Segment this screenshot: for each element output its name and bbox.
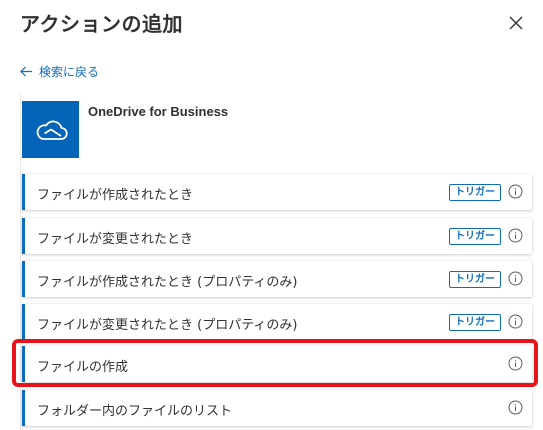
info-icon[interactable]	[508, 400, 523, 415]
action-label: フォルダー内のファイルのリスト	[37, 404, 233, 419]
trigger-badge: トリガー	[449, 228, 501, 245]
action-item-file-modified-properties-trigger[interactable]: ファイルが変更されたとき (プロパティのみ) トリガー	[22, 304, 532, 340]
info-icon[interactable]	[508, 271, 523, 286]
add-action-panel: アクションの追加 検索に戻る OneDrive for Business ファイ…	[0, 0, 543, 430]
action-label: ファイルが変更されたとき (プロパティのみ)	[37, 318, 298, 333]
info-icon[interactable]	[508, 314, 523, 329]
panel-title: アクションの追加	[20, 12, 183, 36]
action-label: ファイルの作成	[37, 360, 129, 375]
back-to-search-link[interactable]: 検索に戻る	[20, 63, 99, 80]
action-item-create-file[interactable]: ファイルの作成	[22, 346, 532, 382]
action-label: ファイルが作成されたとき	[37, 188, 194, 203]
action-item-file-created-trigger[interactable]: ファイルが作成されたとき トリガー	[22, 174, 532, 210]
close-icon	[509, 16, 523, 30]
arrow-left-icon	[20, 66, 32, 77]
action-item-file-created-properties-trigger[interactable]: ファイルが作成されたとき (プロパティのみ) トリガー	[22, 261, 532, 297]
trigger-badge: トリガー	[449, 314, 501, 331]
onedrive-cloud-icon	[36, 120, 68, 140]
action-item-file-modified-trigger[interactable]: ファイルが変更されたとき トリガー	[22, 218, 532, 254]
trigger-badge: トリガー	[449, 184, 501, 201]
info-icon[interactable]	[508, 356, 523, 371]
back-link-label: 検索に戻る	[39, 65, 100, 79]
connector-name: OneDrive for Business	[88, 104, 229, 119]
action-label: ファイルが変更されたとき	[37, 232, 194, 247]
connector-logo	[22, 101, 79, 158]
panel-divider	[20, 92, 21, 430]
info-icon[interactable]	[508, 184, 523, 199]
info-icon[interactable]	[508, 228, 523, 243]
close-button[interactable]	[503, 10, 529, 36]
action-item-list-files-in-folder[interactable]: フォルダー内のファイルのリスト	[22, 390, 532, 426]
trigger-badge: トリガー	[449, 271, 501, 288]
action-label: ファイルが作成されたとき (プロパティのみ)	[37, 275, 298, 290]
